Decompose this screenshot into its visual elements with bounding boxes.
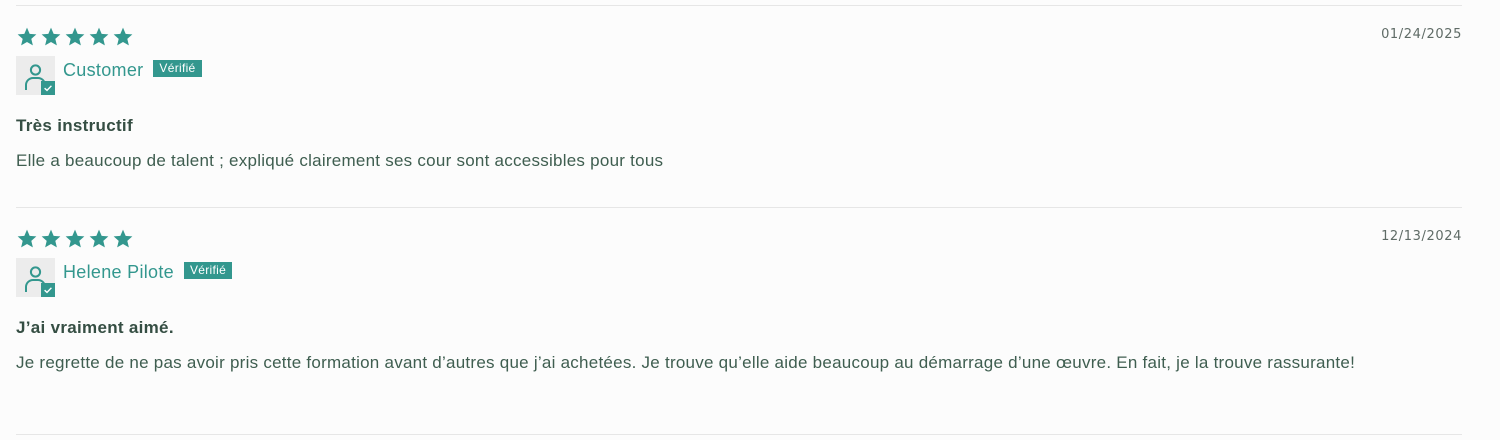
star-icon <box>113 229 133 248</box>
star-icon <box>17 27 37 46</box>
star-icon <box>17 229 37 248</box>
star-icon <box>65 229 85 248</box>
review-date: 01/24/2025 <box>1381 27 1462 42</box>
star-icon <box>89 229 109 248</box>
verified-check-icon <box>41 283 55 297</box>
star-icon <box>41 27 61 46</box>
user-icon <box>16 56 55 95</box>
author-name: Customer <box>63 60 144 80</box>
reviews-list: 01/24/2025 Customer Vérifié Très instruc… <box>0 0 1500 440</box>
verified-check-icon <box>41 81 55 95</box>
divider <box>16 207 1462 208</box>
review-title: J’ai vraiment aimé. <box>16 318 174 337</box>
star-icon <box>89 27 109 46</box>
user-icon <box>16 258 55 297</box>
review-body: Elle a beaucoup de talent ; expliqué cla… <box>16 151 664 170</box>
author-row: Customer Vérifié <box>16 56 202 96</box>
review-title: Très instructif <box>16 116 133 135</box>
author-row: Helene Pilote Vérifié <box>16 258 233 298</box>
review-body: Je regrette de ne pas avoir pris cette f… <box>16 353 1356 372</box>
author-name: Helene Pilote <box>63 262 174 282</box>
star-icon <box>113 27 133 46</box>
divider <box>16 434 1462 435</box>
review-item: 01/24/2025 Customer Vérifié Très instruc… <box>16 26 1462 186</box>
star-icon <box>41 229 61 248</box>
review-date: 12/13/2024 <box>1381 229 1462 244</box>
verified-badge: Vérifié <box>153 60 202 77</box>
review-item: 12/13/2024 Helene Pilote Vérifié J’ai vr… <box>16 228 1462 418</box>
star-rating <box>16 228 134 250</box>
divider <box>16 5 1462 6</box>
verified-badge: Vérifié <box>183 262 233 279</box>
star-icon <box>65 27 85 46</box>
star-rating <box>16 26 134 48</box>
